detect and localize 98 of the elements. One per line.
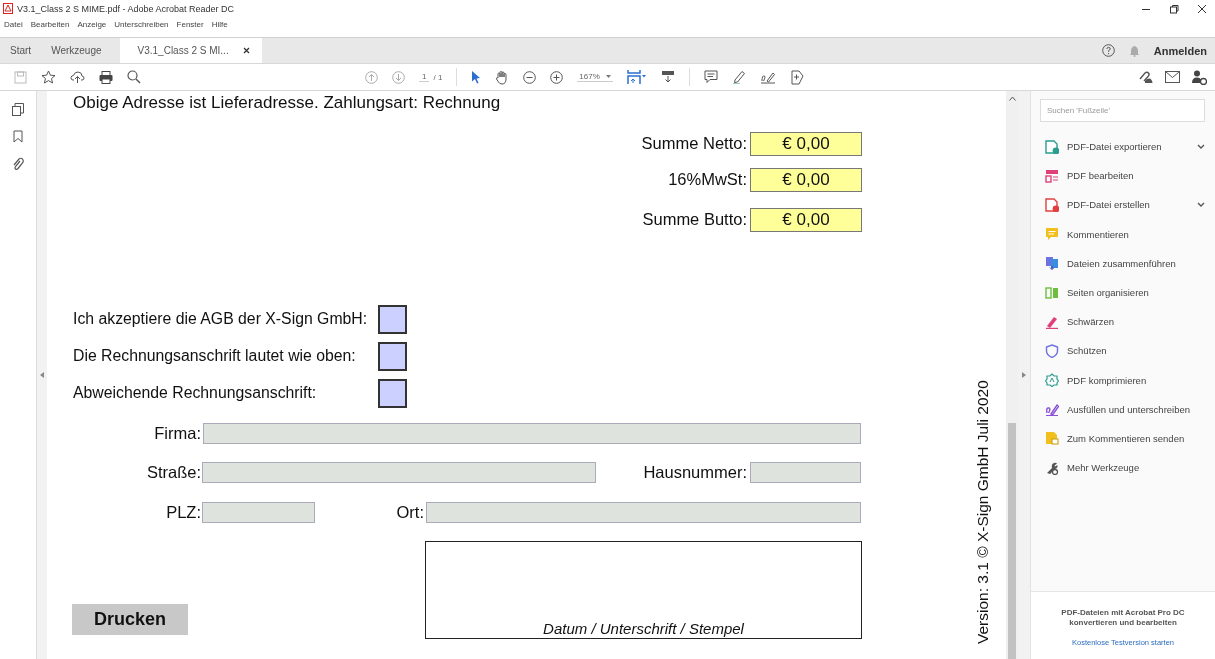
chevron-down-icon[interactable] [1197, 202, 1205, 208]
help-icon[interactable] [1101, 44, 1115, 57]
signature-caption: Datum / Unterschrift / Stempel [543, 620, 744, 637]
zoom-in-icon[interactable] [550, 70, 564, 84]
caret-icon [605, 75, 611, 78]
close-icon[interactable] [1197, 3, 1207, 14]
tools-wrench-icon [1045, 460, 1059, 475]
star-icon[interactable] [41, 70, 56, 84]
menu-item[interactable]: Fenster [175, 19, 205, 29]
signature-pen-icon[interactable] [759, 70, 776, 84]
zoom-dropdown[interactable]: 167% [577, 72, 613, 82]
checkbox-label: Ich akzeptiere die AGB der X-Sign GmbH: [73, 310, 368, 328]
menu-item[interactable]: Hilfe [210, 19, 229, 29]
total-label: Summe Butto: [641, 210, 747, 229]
tool-item[interactable]: Zum Kommentieren senden [1067, 432, 1185, 444]
tool-item[interactable]: Seiten organisieren [1067, 287, 1149, 299]
field-label: PLZ: [165, 503, 201, 522]
fit-page-icon[interactable] [626, 69, 647, 85]
window-title: V3.1_Class 2 S MIME.pdf - Adobe Acrobat Reader DC [17, 3, 235, 14]
input-field[interactable] [426, 502, 861, 523]
export-pdf-icon [1045, 139, 1059, 154]
edit-pdf-icon [1045, 168, 1059, 183]
chevron-down-icon[interactable] [1197, 144, 1205, 150]
create-pdf-icon [1045, 197, 1059, 212]
pdf-file-icon [3, 3, 13, 14]
field-label: Straße: [145, 463, 201, 482]
note-text: Obige Adresse ist Lieferadresse. Zahlungsart: Rechnung [73, 93, 501, 113]
field-label: Ort: [395, 503, 424, 522]
link-icon[interactable] [1137, 70, 1153, 84]
menu-item[interactable]: Datei [3, 19, 24, 29]
checkbox[interactable] [378, 305, 407, 334]
print-icon[interactable] [99, 70, 113, 84]
search-icon[interactable] [127, 70, 141, 84]
input-field[interactable] [202, 502, 315, 523]
tool-item[interactable]: PDF-Datei exportieren [1067, 141, 1162, 153]
tool-item[interactable]: PDF bearbeiten [1067, 170, 1134, 182]
add-user-icon[interactable] [1192, 69, 1207, 85]
amount-field[interactable]: € 0,00 [750, 208, 862, 232]
shield-icon [1045, 343, 1059, 358]
menu-item[interactable]: Unterschreiben [113, 19, 170, 29]
input-field[interactable] [202, 462, 596, 483]
comment-icon [1045, 227, 1059, 242]
tool-item[interactable]: Schützen [1067, 345, 1107, 357]
page-number-field[interactable]: 1 [419, 72, 430, 82]
tool-item[interactable]: PDF komprimieren [1067, 374, 1147, 386]
close-icon[interactable] [242, 47, 250, 54]
checkbox[interactable] [378, 342, 407, 371]
menu-item[interactable]: Bearbeiten [29, 19, 71, 29]
restore-icon[interactable] [1169, 3, 1179, 14]
print-button[interactable]: Drucken [72, 604, 188, 635]
tool-item[interactable]: Kommentieren [1067, 228, 1129, 240]
expand-right-icon[interactable] [1022, 372, 1026, 378]
organize-pages-icon [1045, 285, 1059, 300]
redact-marker-icon [1045, 314, 1059, 329]
amount-field[interactable]: € 0,00 [750, 168, 862, 192]
fill-sign-icon [1045, 402, 1059, 417]
amount-field[interactable]: € 0,00 [750, 132, 862, 156]
document-tab[interactable]: Start [0, 38, 42, 63]
total-label: Summe Netto: [640, 134, 747, 153]
hand-icon[interactable] [495, 69, 510, 85]
checkbox-label: Die Rechnungsanschrift lautet wie oben: [73, 347, 356, 365]
stamp-icon[interactable] [789, 69, 804, 85]
scroll-mode-icon[interactable] [660, 70, 675, 84]
tool-item[interactable]: Schwärzen [1067, 316, 1114, 328]
sign-in-link[interactable]: Anmelden [1153, 44, 1207, 57]
page-count: / 1 [433, 72, 443, 82]
field-label: Firma: [153, 424, 201, 443]
scroll-up-icon[interactable] [1008, 96, 1016, 101]
copy-pages-icon[interactable] [12, 103, 24, 116]
input-field[interactable] [203, 423, 861, 444]
paperclip-icon[interactable] [12, 157, 24, 171]
document-tab[interactable]: Werkzeuge [41, 38, 112, 63]
tool-item[interactable]: Dateien zusammenführen [1067, 257, 1176, 269]
tool-item[interactable]: PDF-Datei erstellen [1067, 199, 1150, 211]
collapse-left-icon[interactable] [40, 372, 44, 378]
checkbox[interactable] [378, 379, 407, 408]
merge-files-icon [1045, 256, 1059, 271]
compress-pdf-icon [1045, 373, 1059, 388]
highlighter-icon[interactable] [731, 70, 746, 84]
total-label: 16%MwSt: [667, 170, 747, 189]
pointer-icon[interactable] [471, 70, 482, 84]
tool-item[interactable]: Ausfüllen und unterschreiben [1067, 403, 1191, 415]
mail-icon[interactable] [1165, 71, 1180, 83]
tool-item[interactable]: Mehr Werkzeuge [1067, 462, 1140, 474]
signature-box[interactable]: Datum / Unterschrift / Stempel [425, 541, 862, 639]
version-text: Version: 3.1 © X-Sign GmbH Juli 2020 [974, 380, 992, 644]
send-for-comments-icon [1045, 431, 1059, 446]
comment-icon[interactable] [703, 70, 718, 84]
checkbox-label: Abweichende Rechnungsanschrift: [73, 384, 317, 402]
cloud-upload-icon[interactable] [70, 70, 85, 84]
zoom-out-icon[interactable] [523, 70, 537, 84]
document-tab[interactable]: V3.1_Class 2 S MI... [119, 38, 262, 63]
field-label: Hausnummer: [642, 463, 747, 482]
input-field[interactable] [750, 462, 861, 483]
menu-item[interactable]: Anzeige [76, 19, 108, 29]
promo-text: PDF-Dateien mit Acrobat Pro DC konvertieren und bearbeiten [1060, 608, 1186, 628]
scrollbar-thumb[interactable] [1008, 423, 1016, 659]
bookmark-icon[interactable] [13, 130, 23, 143]
